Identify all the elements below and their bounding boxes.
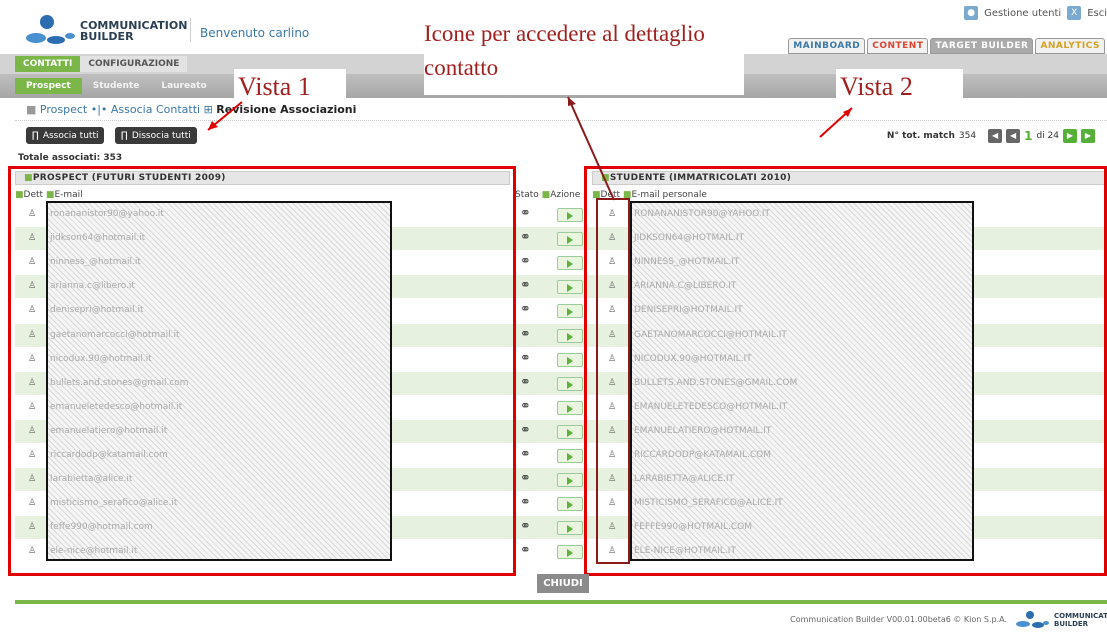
chiudi-button[interactable]: CHIUDI [537, 574, 589, 593]
icone-arrow [567, 96, 615, 201]
footer-line [15, 600, 1107, 604]
footer-logo: COMMUNICATION BUILDER [1014, 610, 1107, 630]
annotation-arrows [207, 96, 853, 201]
footer-logo-text: COMMUNICATION BUILDER [1054, 612, 1107, 628]
footer-logo-icon [1016, 611, 1049, 628]
arrow-head [568, 97, 576, 106]
footer-text: Communication Builder V00.01.00beta6 © K… [790, 615, 1007, 624]
